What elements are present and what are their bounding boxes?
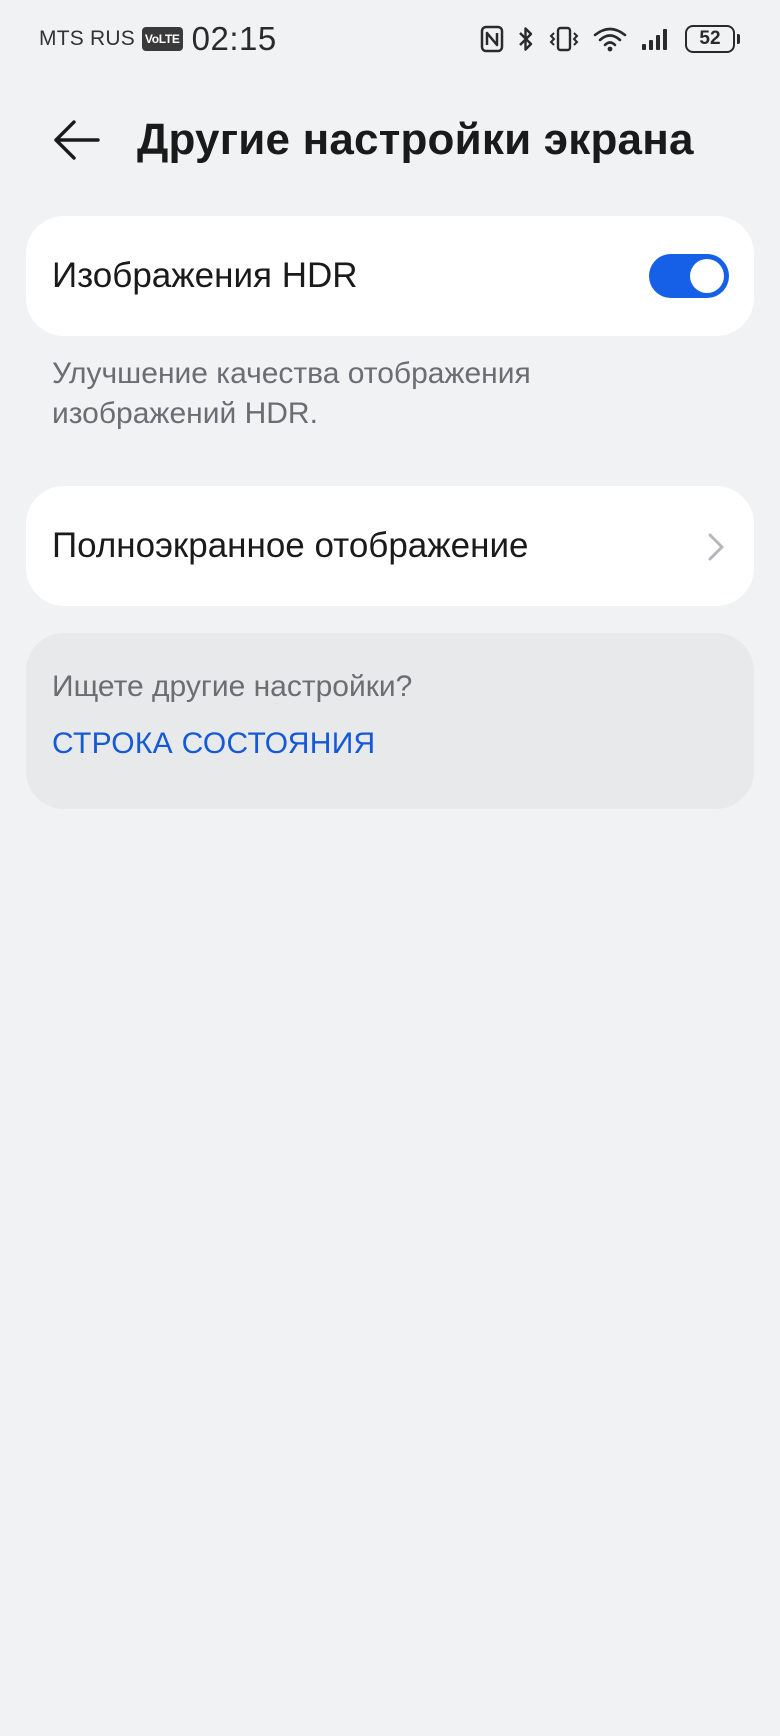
battery-level: 52 — [685, 25, 735, 53]
battery-cap — [737, 34, 740, 44]
arrow-left-icon — [54, 120, 100, 160]
status-bar: MTS RUS VoLTE 02:15 52 — [0, 0, 780, 78]
toggle-knob — [690, 259, 724, 293]
status-bar-settings-link[interactable]: СТРОКА СОСТОЯНИЯ — [52, 727, 376, 761]
wifi-icon — [593, 25, 627, 53]
hdr-toggle[interactable] — [649, 254, 729, 298]
signal-icon — [640, 25, 672, 53]
status-bar-left: MTS RUS VoLTE 02:15 — [39, 20, 277, 58]
vibrate-icon — [548, 25, 580, 53]
volte-badge: VoLTE — [141, 27, 183, 51]
page-title: Другие настройки экрана — [137, 115, 694, 164]
back-button[interactable] — [46, 114, 106, 166]
bluetooth-icon — [517, 25, 535, 53]
chevron-right-icon — [708, 533, 724, 561]
status-time: 02:15 — [191, 20, 277, 57]
fullscreen-display-item[interactable]: Полноэкранное отображение — [26, 486, 754, 606]
hdr-description: Улучшение качества отображения изображен… — [52, 357, 531, 430]
hdr-setting-card: Изображения HDR — [26, 216, 754, 336]
status-bar-right: 52 — [480, 25, 740, 53]
fullscreen-display-label: Полноэкранное отображение — [52, 526, 529, 565]
suggestions-question: Ищете другие настройки? — [52, 670, 413, 703]
suggestions-card: Ищете другие настройки? СТРОКА СОСТОЯНИЯ — [26, 633, 754, 809]
battery-icon: 52 — [685, 25, 740, 53]
settings-screen: MTS RUS VoLTE 02:15 52 Другие настройки … — [0, 0, 780, 1736]
hdr-setting-label: Изображения HDR — [52, 256, 358, 295]
app-header: Другие настройки экрана — [0, 96, 780, 184]
carrier-name: MTS RUS — [39, 27, 135, 50]
nfc-icon — [480, 25, 504, 53]
